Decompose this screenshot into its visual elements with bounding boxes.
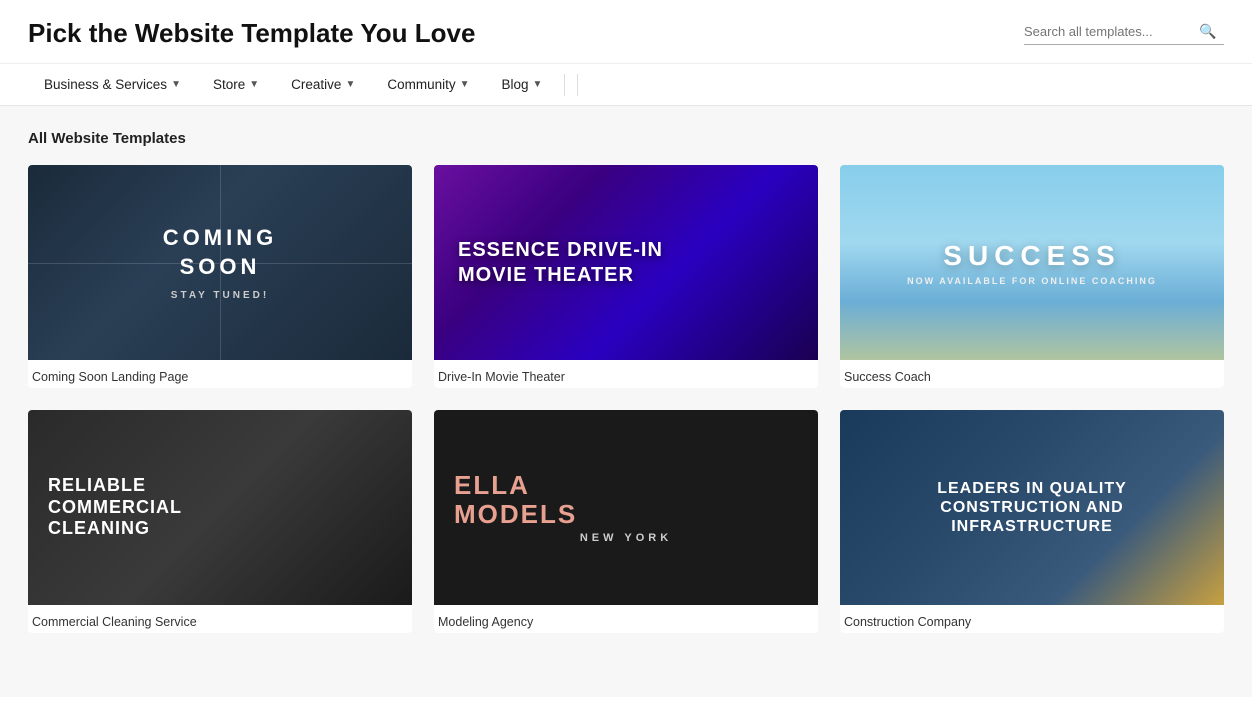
thumb-main-text: RELIABLECOMMERCIALCLEANING	[28, 475, 412, 540]
template-label-construction: Construction Company	[840, 605, 1224, 633]
template-card-cleaning[interactable]: RELIABLECOMMERCIALCLEANING Commercial Cl…	[28, 410, 412, 633]
decorative-lines	[28, 165, 412, 360]
template-label-coming-soon: Coming Soon Landing Page	[28, 360, 412, 388]
template-label-success: Success Coach	[840, 360, 1224, 388]
chevron-down-icon: ▼	[533, 79, 543, 90]
template-thumb-coming-soon: COMINGSOON STAY TUNED!	[28, 165, 412, 360]
template-thumb-construction: LEADERS IN QUALITYCONSTRUCTION ANDINFRAS…	[840, 410, 1224, 605]
template-thumb-success: SUCCESS Now Available for Online Coachin…	[840, 165, 1224, 360]
nav-item-blog[interactable]: Blog ▼	[486, 64, 559, 105]
template-label-modeling: Modeling Agency	[434, 605, 818, 633]
thumb-main-text: Essence Drive-InMovie Theater	[434, 238, 818, 288]
nav-item-store[interactable]: Store ▼	[197, 64, 275, 105]
nav-bar: Business & Services ▼ Store ▼ Creative ▼…	[0, 64, 1252, 106]
nav-label-creative: Creative	[291, 77, 341, 92]
section-title: All Website Templates	[28, 130, 1224, 147]
nav-label-business: Business & Services	[44, 77, 167, 92]
nav-item-community[interactable]: Community ▼	[371, 64, 485, 105]
template-card-coming-soon[interactable]: COMINGSOON STAY TUNED! Coming Soon Landi…	[28, 165, 412, 388]
template-thumb-drive-in: Essence Drive-InMovie Theater	[434, 165, 818, 360]
thumb-accent-text: NEW YORK	[434, 532, 818, 544]
page-title: Pick the Website Template You Love	[28, 18, 475, 49]
nav-label-blog: Blog	[502, 77, 529, 92]
template-thumb-modeling: ELLAMODELS NEW YORK	[434, 410, 818, 605]
thumb-sub-text: Now Available for Online Coaching	[907, 276, 1157, 286]
template-card-drive-in[interactable]: Essence Drive-InMovie Theater Drive-In M…	[434, 165, 818, 388]
nav-divider-2	[577, 74, 578, 96]
template-label-drive-in: Drive-In Movie Theater	[434, 360, 818, 388]
chevron-down-icon: ▼	[345, 79, 355, 90]
search-icon[interactable]: 🔍	[1199, 23, 1216, 40]
thumb-main-text: ELLAMODELS	[434, 471, 818, 528]
content-area: All Website Templates COMINGSOON STAY TU…	[0, 106, 1252, 697]
template-label-cleaning: Commercial Cleaning Service	[28, 605, 412, 633]
chevron-down-icon: ▼	[460, 79, 470, 90]
nav-item-business[interactable]: Business & Services ▼	[28, 64, 197, 105]
top-bar: Pick the Website Template You Love 🔍	[0, 0, 1252, 64]
template-card-modeling[interactable]: ELLAMODELS NEW YORK Modeling Agency	[434, 410, 818, 633]
template-card-construction[interactable]: LEADERS IN QUALITYCONSTRUCTION ANDINFRAS…	[840, 410, 1224, 633]
nav-label-community: Community	[387, 77, 455, 92]
template-thumb-cleaning: RELIABLECOMMERCIALCLEANING	[28, 410, 412, 605]
search-input[interactable]	[1024, 24, 1199, 39]
nav-divider-1	[564, 74, 565, 96]
thumb-main-text: LEADERS IN QUALITYCONSTRUCTION ANDINFRAS…	[840, 479, 1224, 537]
thumb-main-text: SUCCESS	[907, 240, 1157, 272]
chevron-down-icon: ▼	[171, 79, 181, 90]
template-card-success[interactable]: SUCCESS Now Available for Online Coachin…	[840, 165, 1224, 388]
chevron-down-icon: ▼	[249, 79, 259, 90]
search-bar: 🔍	[1024, 23, 1224, 45]
templates-grid: COMINGSOON STAY TUNED! Coming Soon Landi…	[28, 165, 1224, 633]
nav-item-creative[interactable]: Creative ▼	[275, 64, 371, 105]
nav-label-store: Store	[213, 77, 245, 92]
